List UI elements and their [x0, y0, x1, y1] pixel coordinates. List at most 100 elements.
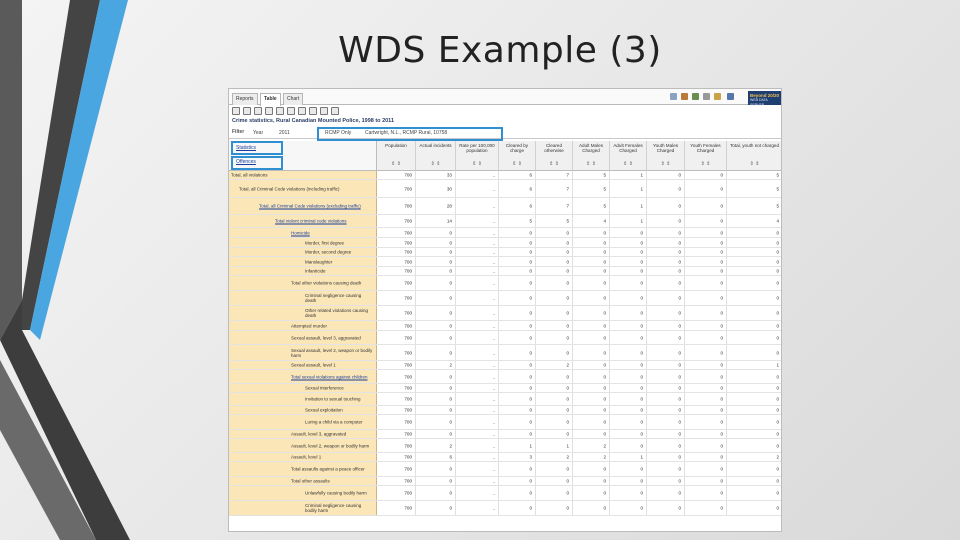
- cell-value: 0: [529, 295, 532, 301]
- table-cell: 0: [610, 248, 647, 256]
- column-header[interactable]: Youth Females Charged ⇕ ⇕: [685, 141, 727, 171]
- cell-value: 0: [678, 218, 681, 224]
- table-row: Invitation to sexual touching 700 0.. 0 0 0 0 0…: [229, 393, 781, 406]
- row-label[interactable]: Homicide: [291, 230, 373, 235]
- filter-year-value[interactable]: 2011: [279, 130, 290, 136]
- sort-arrows-icon[interactable]: ⇕ ⇕: [377, 162, 415, 167]
- tab-bar: Reports Table Chart Beyond 20/20 WEB DAT…: [229, 89, 781, 107]
- sort-icon[interactable]: [298, 107, 306, 115]
- table-cell: ..: [456, 501, 499, 515]
- table-cell: 0: [727, 238, 781, 247]
- column-header[interactable]: Total, youth not charged ⇕ ⇕: [727, 141, 781, 171]
- cell-value: 30: [446, 186, 452, 191]
- table-cell: ..: [456, 393, 499, 405]
- sort-arrows-icon[interactable]: ⇕ ⇕: [536, 162, 572, 167]
- cell-value: 700: [404, 466, 412, 472]
- pivot-icon[interactable]: [287, 107, 295, 115]
- delete-icon[interactable]: [331, 107, 339, 115]
- table-cell: 0: [685, 361, 727, 369]
- table-cell: ..: [456, 267, 499, 275]
- cell-value: 1: [566, 443, 569, 448]
- table-cell: 0: [573, 276, 610, 290]
- table-cell: 5: [573, 171, 610, 179]
- table-row: Criminal negligence causing bodily harm 7…: [229, 501, 781, 516]
- cell-value: ..: [492, 350, 495, 355]
- mail-icon[interactable]: [727, 93, 734, 100]
- table-cell: 0: [416, 306, 456, 320]
- sort-arrows-icon[interactable]: ⇕ ⇕: [499, 162, 535, 167]
- sort-arrows-icon[interactable]: ⇕ ⇕: [685, 162, 726, 167]
- table-cell: 7: [536, 180, 573, 197]
- table-cell: 2: [536, 361, 573, 369]
- cell-value: 700: [404, 203, 412, 209]
- column-header-label: Cleared by charge: [505, 143, 529, 153]
- calculator-icon[interactable]: [309, 107, 317, 115]
- sort-arrows-icon[interactable]: ⇕ ⇕: [456, 162, 498, 167]
- table-cell: 1: [610, 215, 647, 227]
- cell-value: 0: [776, 385, 779, 391]
- table-cell: 0: [610, 430, 647, 438]
- table-cell: ..: [456, 361, 499, 369]
- table-cell: 700: [377, 228, 416, 237]
- undo-icon[interactable]: [320, 107, 328, 115]
- tab-chart[interactable]: Chart: [283, 93, 304, 105]
- cell-value: ..: [492, 268, 495, 274]
- column-header[interactable]: Rate per 100,000 population ⇕ ⇕: [456, 141, 499, 171]
- cell-value: ..: [492, 295, 495, 301]
- cell-value: 0: [640, 385, 643, 391]
- column-header[interactable]: Cleared otherwise ⇕ ⇕: [536, 141, 573, 171]
- cell-value: 33: [446, 172, 452, 178]
- table-cell: 0: [727, 430, 781, 438]
- table-cell: 0: [416, 477, 456, 485]
- cell-value: 0: [529, 505, 532, 511]
- link-icon[interactable]: [670, 93, 677, 100]
- sort-arrows-icon[interactable]: ⇕ ⇕: [647, 162, 684, 167]
- cell-value: ..: [492, 407, 495, 413]
- sort-arrows-icon[interactable]: ⇕ ⇕: [610, 162, 646, 167]
- column-header[interactable]: Youth Males Charged ⇕ ⇕: [647, 141, 685, 171]
- cell-value: ..: [492, 203, 495, 209]
- refresh-icon[interactable]: [692, 93, 699, 100]
- cell-value: 0: [640, 443, 643, 448]
- tab-reports[interactable]: Reports: [232, 93, 258, 105]
- table-cell: 14: [416, 215, 456, 227]
- column-header[interactable]: Actual incidents ⇕ ⇕: [416, 141, 456, 171]
- print-icon[interactable]: [703, 93, 710, 100]
- table-cell: 0: [647, 306, 685, 320]
- table-cell: 700: [377, 384, 416, 392]
- column-header[interactable]: Adult Females Charged ⇕ ⇕: [610, 141, 647, 171]
- cell-value: 0: [566, 505, 569, 511]
- cell-value: 0: [529, 419, 532, 425]
- filter-year-dimension[interactable]: Year: [253, 130, 263, 136]
- column-header[interactable]: Cleared by charge ⇕ ⇕: [499, 141, 536, 171]
- open-icon[interactable]: [243, 107, 251, 115]
- table-cell: 0: [573, 406, 610, 414]
- row-label[interactable]: Total, all Criminal Code violations (exc…: [259, 204, 373, 209]
- cell-value: 0: [678, 454, 681, 460]
- help-icon[interactable]: [714, 93, 721, 100]
- format-icon[interactable]: [276, 107, 284, 115]
- table-cell: ..: [456, 291, 499, 305]
- print-table-icon[interactable]: [265, 107, 273, 115]
- table-cell: 0: [727, 306, 781, 320]
- cell-value: 700: [404, 374, 412, 379]
- download-icon[interactable]: [254, 107, 262, 115]
- cell-value: 0: [776, 323, 779, 328]
- sort-arrows-icon[interactable]: ⇕ ⇕: [573, 162, 609, 167]
- table-row: Other related violations causing death 70…: [229, 306, 781, 321]
- row-label[interactable]: Total sexual violations against children: [291, 374, 373, 379]
- cell-value: 0: [603, 362, 606, 368]
- column-header[interactable]: Population ⇕ ⇕: [377, 141, 416, 171]
- cell-value: 0: [776, 335, 779, 340]
- save-icon[interactable]: [232, 107, 240, 115]
- cell-value: 0: [720, 466, 723, 472]
- table-cell: 0: [727, 384, 781, 392]
- table-cell: 0: [536, 306, 573, 320]
- table-cell: 0: [536, 276, 573, 290]
- row-label[interactable]: Total violent criminal code violations: [275, 219, 373, 224]
- sort-arrows-icon[interactable]: ⇕ ⇕: [727, 162, 781, 167]
- column-header[interactable]: Adult Males Charged ⇕ ⇕: [573, 141, 610, 171]
- settings-icon[interactable]: [681, 93, 688, 100]
- sort-arrows-icon[interactable]: ⇕ ⇕: [416, 162, 455, 167]
- table-cell: 0: [610, 439, 647, 452]
